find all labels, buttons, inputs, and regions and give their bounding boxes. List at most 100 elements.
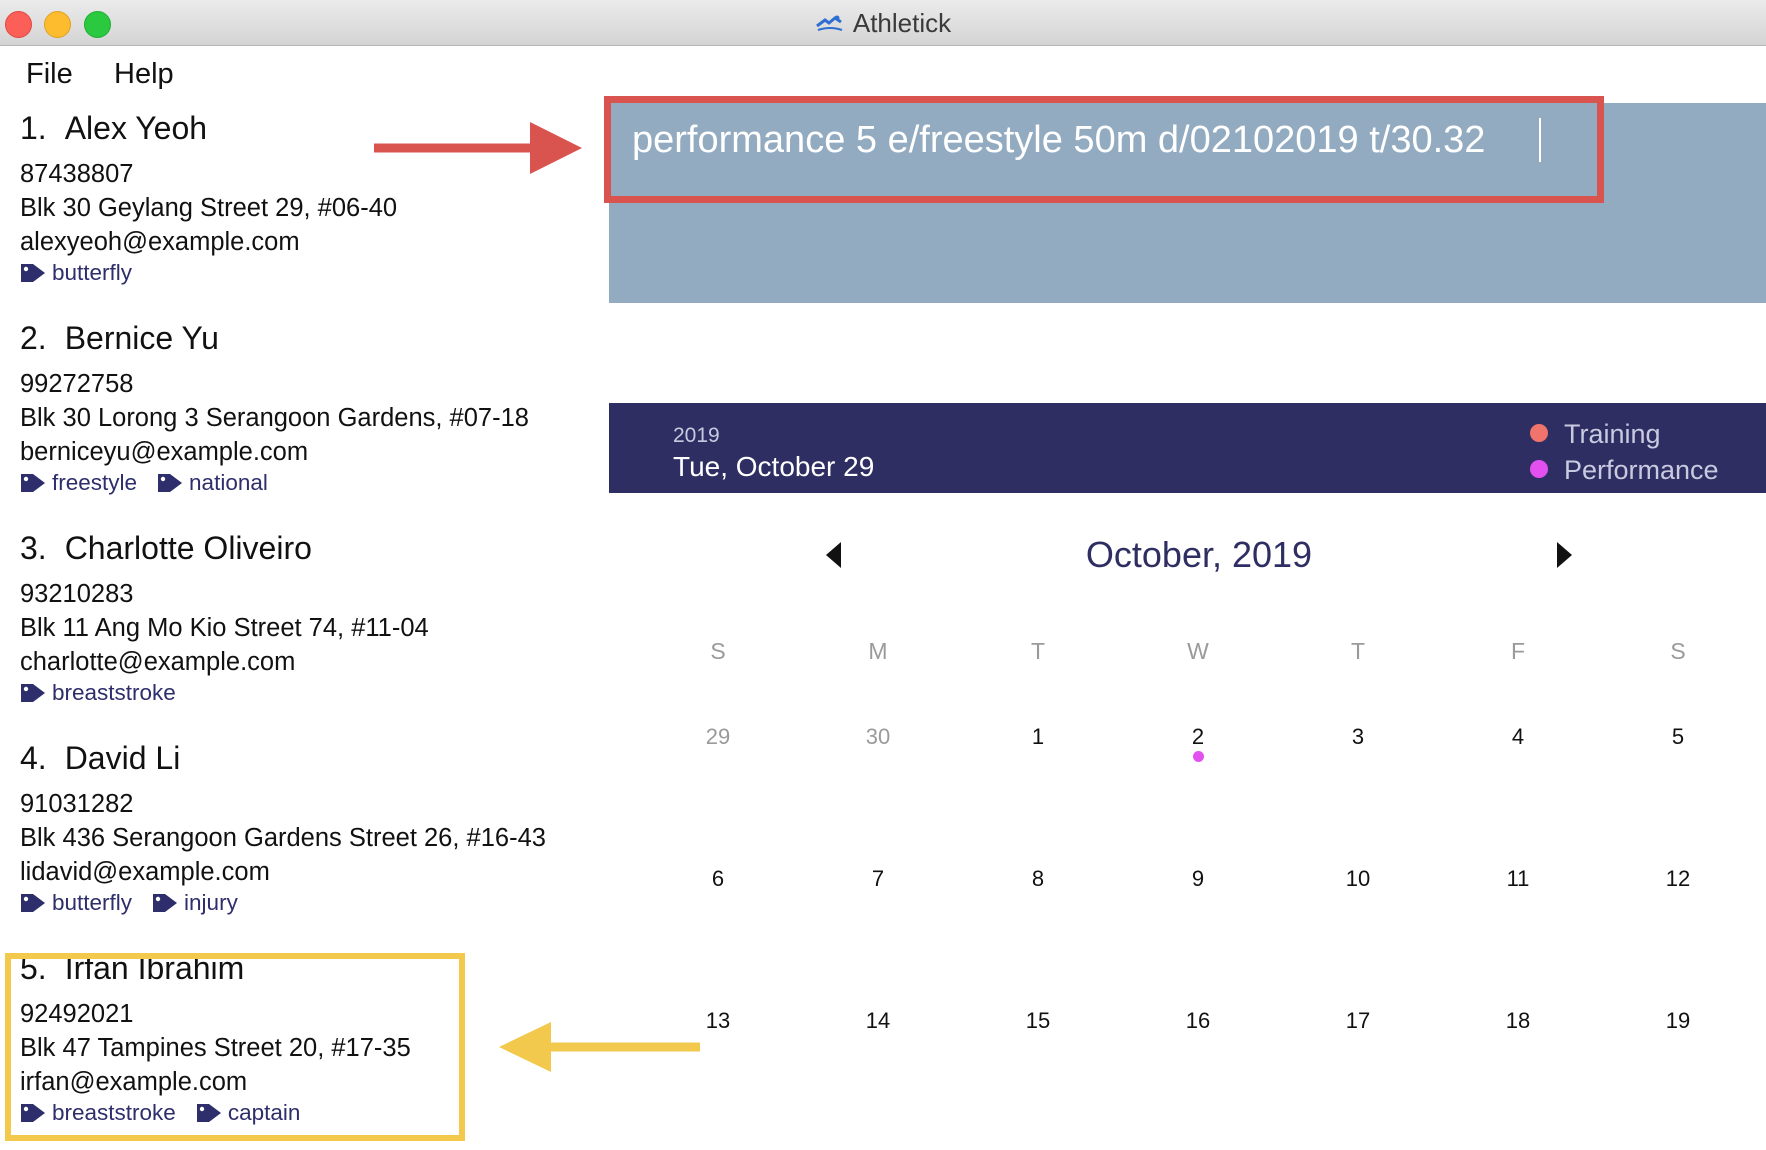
person-name: 4. David Li <box>20 740 180 777</box>
person-index: 4. <box>20 740 47 776</box>
calendar-day[interactable]: 12 <box>1628 866 1728 892</box>
person-name: 3. Charlotte Oliveiro <box>20 530 312 567</box>
person-name-text: Bernice Yu <box>64 320 219 356</box>
calendar-day[interactable]: 9 <box>1148 866 1248 892</box>
person-email: charlotte@example.com <box>20 648 296 676</box>
legend-dot-icon <box>1530 460 1548 478</box>
calendar-day[interactable]: 2 <box>1148 724 1248 750</box>
tag-icon <box>152 890 184 915</box>
menu-help[interactable]: Help <box>114 58 174 91</box>
tag-label: national <box>189 470 268 495</box>
calendar-day[interactable]: 18 <box>1468 1008 1568 1034</box>
calendar-day[interactable]: 17 <box>1308 1008 1408 1034</box>
selected-year: 2019 <box>673 424 720 447</box>
calendar-day[interactable]: 6 <box>668 866 768 892</box>
person-email: lidavid@example.com <box>20 858 270 886</box>
person-tags: butterfly injury <box>20 890 258 920</box>
calendar-day[interactable]: 11 <box>1468 866 1568 892</box>
person-address: Blk 30 Lorong 3 Serangoon Gardens, #07-1… <box>20 404 529 432</box>
person-email: alexyeoh@example.com <box>20 228 300 256</box>
weekday-header: S <box>1670 638 1686 664</box>
tag: butterfly <box>20 260 132 286</box>
legend-dot-icon <box>1530 424 1548 442</box>
weekday-header: F <box>1510 638 1526 664</box>
person-tags: freestyle national <box>20 470 288 500</box>
calendar-day[interactable]: 29 <box>668 724 768 750</box>
window-title: Athletick <box>852 8 952 38</box>
command-input[interactable] <box>632 110 1592 170</box>
month-navigation: October, 2019 <box>609 528 1766 588</box>
legend-performance: Performance <box>1530 455 1719 486</box>
weekday-header: M <box>868 638 888 664</box>
tag: injury <box>152 890 238 916</box>
calendar-header: 2019 Tue, October 29 Training Performanc… <box>609 403 1766 493</box>
window-title-group: Athletick <box>0 8 1766 39</box>
legend-label: Training <box>1564 419 1661 449</box>
calendar-day[interactable]: 10 <box>1308 866 1408 892</box>
tag-label: injury <box>184 890 238 915</box>
person-name: 1. Alex Yeoh <box>20 110 207 147</box>
weekday-header: T <box>1350 638 1366 664</box>
person-name-text: Charlotte Oliveiro <box>64 530 312 566</box>
person-name: 2. Bernice Yu <box>20 320 219 357</box>
tag: national <box>157 470 268 496</box>
person-card[interactable]: 3. Charlotte Oliveiro 93210283 Blk 11 Ang M… <box>0 530 605 730</box>
performance-event-dot-icon <box>1193 751 1204 762</box>
weekday-header: T <box>1030 638 1046 664</box>
person-tags: butterfly <box>20 260 152 290</box>
chevron-right-icon[interactable] <box>1557 542 1572 568</box>
arrow-red-icon <box>374 122 582 174</box>
tag-label: butterfly <box>52 890 133 915</box>
person-address: Blk 11 Ang Mo Kio Street 74, #11-04 <box>20 614 429 642</box>
calendar-day[interactable]: 30 <box>828 724 928 750</box>
calendar-day[interactable]: 7 <box>828 866 928 892</box>
tag: breaststroke <box>20 680 176 706</box>
calendar-day[interactable]: 14 <box>828 1008 928 1034</box>
calendar-day[interactable]: 1 <box>988 724 1088 750</box>
person-email: berniceyu@example.com <box>20 438 309 466</box>
tag-icon <box>20 470 52 495</box>
arrow-yellow-icon <box>499 1022 700 1072</box>
text-caret <box>1539 118 1541 162</box>
tag: freestyle <box>20 470 137 496</box>
person-tags: breaststroke <box>20 680 196 710</box>
tag: butterfly <box>20 890 132 916</box>
highlight-box-yellow <box>5 953 465 1141</box>
person-phone: 87438807 <box>20 160 134 188</box>
tag-label: butterfly <box>52 260 133 285</box>
person-address: Blk 30 Geylang Street 29, #06-40 <box>20 194 398 222</box>
person-phone: 91031282 <box>20 790 134 818</box>
person-index: 1. <box>20 110 47 146</box>
person-phone: 99272758 <box>20 370 134 398</box>
tag-icon <box>157 470 189 495</box>
tag-icon <box>20 680 52 705</box>
person-name-text: Alex Yeoh <box>64 110 208 146</box>
person-card[interactable]: 4. David Li 91031282 Blk 436 Serangoon Gard… <box>0 740 605 940</box>
person-index: 3. <box>20 530 47 566</box>
weekday-header: W <box>1187 638 1209 664</box>
person-index: 2. <box>20 320 47 356</box>
calendar-day[interactable]: 8 <box>988 866 1088 892</box>
person-address: Blk 436 Serangoon Gardens Street 26, #16… <box>20 824 546 852</box>
legend-training: Training <box>1530 419 1661 450</box>
month-title: October, 2019 <box>1085 534 1313 575</box>
tag-label: freestyle <box>52 470 138 495</box>
tag-label: breaststroke <box>52 680 176 705</box>
menu-file[interactable]: File <box>26 58 73 91</box>
tag-icon <box>20 890 52 915</box>
calendar-day[interactable]: 4 <box>1468 724 1568 750</box>
calendar-day[interactable]: 16 <box>1148 1008 1248 1034</box>
selected-date: Tue, October 29 <box>673 451 875 482</box>
calendar-day[interactable]: 19 <box>1628 1008 1728 1034</box>
weekday-header: S <box>710 638 726 664</box>
legend-label: Performance <box>1564 455 1719 485</box>
calendar-day[interactable]: 3 <box>1308 724 1408 750</box>
person-phone: 93210283 <box>20 580 134 608</box>
window-titlebar: Athletick <box>0 0 1766 46</box>
person-card[interactable]: 2. Bernice Yu 99272758 Blk 30 Lorong 3 Sera… <box>0 320 605 520</box>
calendar-day[interactable]: 5 <box>1628 724 1728 750</box>
calendar-day[interactable]: 15 <box>988 1008 1088 1034</box>
tag-icon <box>20 260 52 285</box>
person-name-text: David Li <box>64 740 181 776</box>
app-logo-icon <box>815 15 843 32</box>
